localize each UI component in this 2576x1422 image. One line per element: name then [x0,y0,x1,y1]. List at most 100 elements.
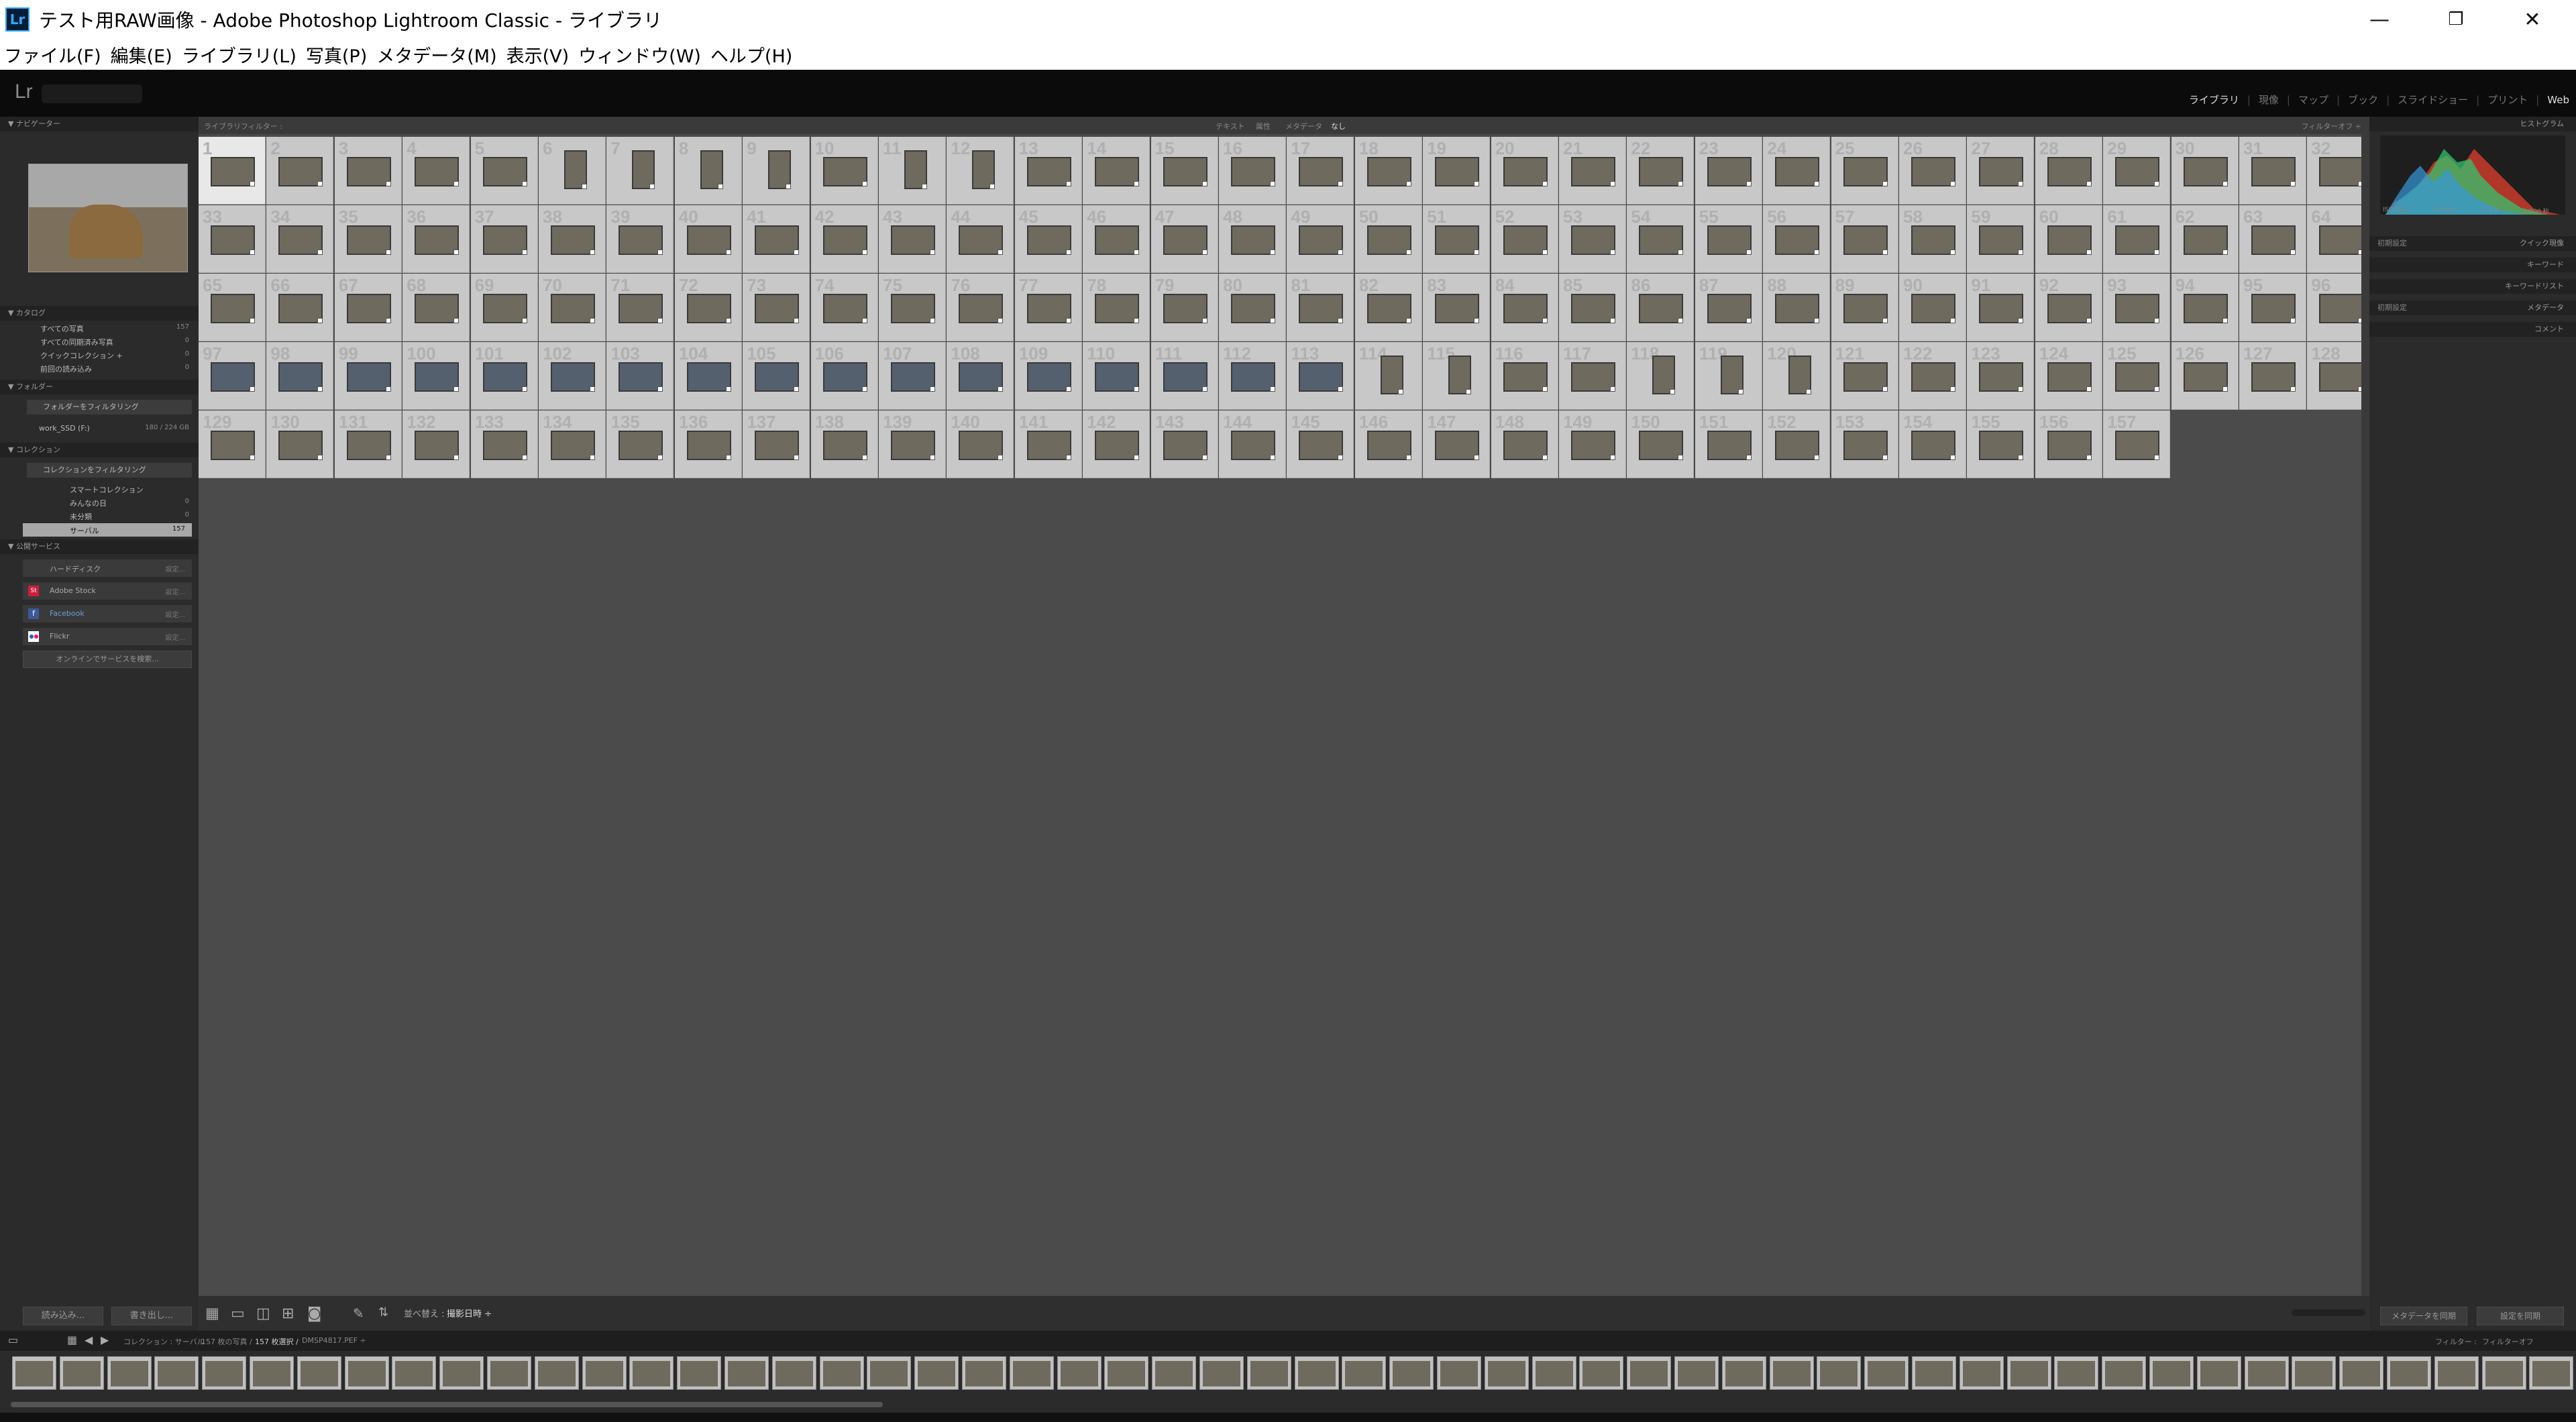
filmstrip-thumbnail[interactable] [1104,1356,1149,1390]
filmstrip-thumbnail[interactable] [629,1356,674,1390]
grid-cell[interactable]: 117 [1559,342,1626,410]
grid-cell[interactable]: 137 [743,411,810,478]
thumbnail-image[interactable] [1911,362,1955,392]
grid-cell[interactable]: 125 [2103,342,2171,410]
thumbnail-image[interactable] [1707,225,1752,255]
filmstrip-thumbnail[interactable] [1199,1356,1244,1390]
collection-item[interactable]: 未分類 [70,511,92,522]
grid-cell[interactable]: 102 [539,342,606,410]
filmstrip-thumbnail[interactable] [1959,1356,2004,1390]
thumbnail-image[interactable] [959,431,1004,460]
filmstrip-thumbnail[interactable] [154,1356,199,1390]
secondary-window-icon[interactable]: ▭ [8,1333,18,1346]
thumbnail-image[interactable] [755,294,800,323]
thumbnail-image[interactable] [1775,225,1820,255]
publish-setup[interactable]: 設定... [165,632,185,642]
thumbnail-image[interactable] [2319,225,2364,255]
publish-flickr[interactable]: Flickr 設定... [23,628,192,645]
filmstrip-thumbnail[interactable] [2102,1356,2147,1390]
grid-cell[interactable]: 77 [1014,274,1082,341]
grid-cell[interactable]: 6 [539,137,606,205]
thumbnail-image[interactable] [1571,157,1615,186]
filmstrip-source[interactable]: コレクション : サーバル [123,1336,205,1347]
export-button[interactable]: 書き出し... [111,1307,192,1325]
grid-cell[interactable]: 116 [1491,342,1558,410]
filmstrip-thumbnail[interactable] [2529,1356,2574,1390]
folders-filter-input[interactable]: フォルダーをフィルタリング [27,400,192,415]
thumbnail-image[interactable] [2251,225,2296,255]
filmstrip-thumbnail[interactable] [2196,1356,2241,1390]
filmstrip-thumbnail[interactable] [2434,1356,2479,1390]
thumbnail-image[interactable] [2047,294,2092,323]
thumbnail-image[interactable] [619,294,663,323]
filmstrip-thumbnail[interactable] [1721,1356,1766,1390]
grid-cell[interactable]: 34 [266,205,334,273]
collections-filter-input[interactable]: コレクションをフィルタリング [27,463,192,478]
filmstrip-thumbnail[interactable] [487,1356,531,1390]
grid-cell[interactable]: 71 [606,274,674,341]
thumbnail-image[interactable] [1707,157,1752,186]
thumbnail-image[interactable] [482,294,527,323]
grid-cell[interactable]: 104 [674,342,742,410]
grid-cell[interactable]: 40 [674,205,742,273]
grid-cell[interactable]: 95 [2239,274,2306,341]
thumbnail-image[interactable] [415,431,460,460]
grid-cell[interactable]: 36 [402,205,470,273]
grid-cell[interactable]: 20 [1491,137,1558,205]
grid-cell[interactable]: 78 [1083,274,1150,341]
catalog-item-synced[interactable]: すべての同期済み写真 [40,337,113,347]
thumbnail-image[interactable] [2047,157,2092,186]
thumbnail-image[interactable] [2047,362,2092,392]
grid-cell[interactable]: 108 [947,342,1014,410]
filmstrip-thumbnail[interactable] [771,1356,816,1390]
thumbnail-image[interactable] [1366,431,1411,460]
grid-cell[interactable]: 54 [1627,205,1695,273]
thumbnail-image[interactable] [686,294,731,323]
grid-cell[interactable]: 113 [1287,342,1354,410]
grid-cell[interactable]: 76 [947,274,1014,341]
thumbnail-image[interactable] [2183,294,2228,323]
filmstrip-thumbnail[interactable] [914,1356,959,1390]
menu-metadata[interactable]: メタデータ(M) [376,42,496,68]
publish-header[interactable]: ▼ 公開サービス [0,539,199,554]
grid-cell[interactable]: 56 [1763,205,1831,273]
metadata-header[interactable]: 初期設定 メタデータ [2369,300,2576,315]
thumbnail-image[interactable] [1026,294,1071,323]
grid-cell[interactable]: 38 [539,205,606,273]
grid-cell[interactable]: 5 [470,137,538,205]
grid-cell[interactable]: 72 [674,274,742,341]
filmstrip-thumbnail[interactable] [1674,1356,1719,1390]
thumbnail-image[interactable] [1503,294,1548,323]
publish-harddisk[interactable]: ハードディスク 設定... [23,559,192,577]
thumbnail-image[interactable] [2115,157,2160,186]
grid-cell[interactable]: 50 [1354,205,1422,273]
grid-view-icon[interactable]: ▦ [205,1305,219,1322]
thumbnail-image[interactable] [2251,157,2296,186]
thumbnail-image[interactable] [755,431,800,460]
thumbnail-image[interactable] [211,157,255,186]
thumbnail-image[interactable] [1299,294,1344,323]
grid-cell[interactable]: 39 [606,205,674,273]
filter-text[interactable]: テキスト [1216,121,1245,131]
publish-setup[interactable]: 設定... [165,609,185,619]
grid-cell[interactable]: 98 [266,342,334,410]
thumbnail-image[interactable] [211,431,255,460]
grid-cell[interactable]: 121 [1831,342,1898,410]
filmstrip-thumbnail[interactable] [1294,1356,1339,1390]
filmstrip-thumbnail[interactable] [534,1356,579,1390]
thumbnail-image[interactable] [2115,362,2160,392]
thumbnail-image[interactable] [1435,157,1480,186]
thumbnail-image[interactable] [1639,225,1684,255]
thumbnail-image[interactable] [2115,294,2160,323]
grid-cell[interactable]: 109 [1014,342,1082,410]
grid-cell[interactable]: 83 [1423,274,1491,341]
grid-cell[interactable]: 45 [1014,205,1082,273]
filmstrip-thumbnail[interactable] [1769,1356,1814,1390]
grid-cell[interactable]: 62 [2171,205,2239,273]
thumbnail-image[interactable] [1435,431,1480,460]
grid-cell[interactable]: 87 [1695,274,1762,341]
filmstrip-thumbnail[interactable] [1532,1356,1576,1390]
filmstrip-thumbnail[interactable] [1342,1356,1387,1390]
grid-cell[interactable]: 138 [810,411,878,478]
thumbnail-image[interactable] [278,157,323,186]
